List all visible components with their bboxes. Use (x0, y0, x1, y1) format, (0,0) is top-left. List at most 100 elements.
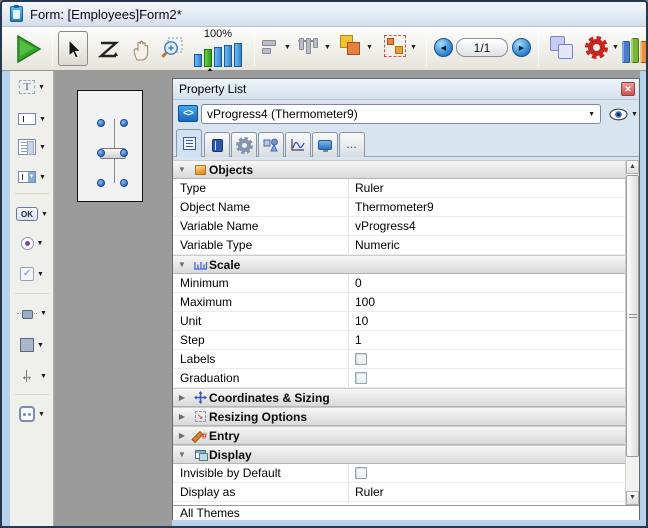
property-row-step: Step 1 (173, 331, 625, 350)
check-box-icon: ✓ (20, 267, 34, 281)
entry-order-tool-button[interactable] (94, 35, 124, 65)
property-list-panel: Property List ✕ vProgress4 (Thermometer9… (172, 78, 640, 520)
collapse-triangle-icon[interactable] (173, 260, 191, 269)
tab-objects[interactable] (258, 132, 284, 157)
next-page-button[interactable]: ▶ (512, 38, 531, 57)
page-display-button[interactable] (548, 34, 576, 62)
group-menu-caret[interactable] (410, 44, 417, 51)
view-options[interactable] (609, 108, 638, 121)
zoom-bar-50[interactable] (194, 54, 202, 67)
combo-box-caret[interactable] (39, 174, 46, 181)
collapse-triangle-icon[interactable] (173, 450, 191, 459)
tool-splitter[interactable] (10, 363, 54, 389)
layering-menu-caret[interactable] (366, 44, 373, 51)
selection-handle[interactable] (120, 149, 128, 157)
distribute-menu-caret[interactable] (324, 44, 331, 51)
selection-handle[interactable] (97, 179, 105, 187)
radio-tool-caret[interactable] (37, 240, 44, 247)
property-value[interactable]: 100 (349, 293, 625, 311)
zoom-bar-200[interactable] (214, 47, 222, 67)
view-options-caret[interactable] (631, 111, 638, 118)
section-header-display[interactable]: Display (173, 445, 625, 464)
previous-page-button[interactable]: ◀ (434, 38, 453, 57)
section-header-coordinates[interactable]: Coordinates & Sizing (173, 388, 625, 407)
collapse-triangle-icon[interactable] (173, 393, 191, 402)
property-value[interactable]: vProgress4 (349, 217, 625, 235)
selection-handle[interactable] (120, 179, 128, 187)
scrollbar-thumb[interactable] (626, 175, 639, 457)
slider-tool-caret[interactable] (40, 310, 47, 317)
labels-checkbox[interactable] (355, 353, 367, 365)
tool-plugin-area[interactable] (10, 401, 54, 427)
select-tool-button[interactable] (58, 31, 88, 66)
form-page[interactable] (77, 90, 143, 202)
tab-book[interactable] (204, 132, 230, 157)
execute-form-button[interactable] (16, 34, 42, 64)
property-value[interactable]: 10 (349, 312, 625, 330)
tab-settings[interactable] (231, 132, 257, 157)
property-value[interactable]: Numeric (349, 236, 625, 254)
tool-button[interactable]: OK (10, 201, 54, 227)
section-header-resizing[interactable]: Resizing Options (173, 407, 625, 426)
property-value[interactable]: 1 (349, 331, 625, 349)
section-header-scale[interactable]: Scale (173, 255, 625, 274)
check-tool-caret[interactable] (37, 271, 44, 278)
section-header-entry[interactable]: Entry (173, 426, 625, 445)
selection-handle[interactable] (97, 119, 105, 127)
form-properties-gear-button[interactable] (588, 39, 605, 56)
library-button[interactable] (622, 35, 648, 63)
tab-property-list[interactable] (176, 129, 202, 157)
tab-more[interactable]: ... (339, 132, 365, 157)
tool-radio-button[interactable] (10, 230, 54, 256)
object-selector-dropdown[interactable]: vProgress4 (Thermometer9) (201, 104, 601, 124)
selection-handle[interactable] (97, 149, 105, 157)
zoom-bar-800[interactable] (234, 43, 242, 67)
scroll-down-arrow[interactable]: ▼ (626, 491, 639, 505)
tool-static-text[interactable]: T (10, 74, 54, 100)
list-box-caret[interactable] (39, 144, 46, 151)
distribute-button[interactable] (298, 37, 320, 57)
tool-input-field[interactable] (10, 106, 54, 132)
group-button[interactable] (384, 35, 406, 57)
property-label: Minimum (173, 274, 349, 292)
zoom-tool-button[interactable] (156, 33, 188, 65)
zoom-bar-400[interactable] (224, 45, 232, 67)
section-header-objects[interactable]: Objects (173, 160, 625, 179)
input-tool-caret[interactable] (39, 116, 46, 123)
layering-button[interactable] (340, 35, 362, 57)
scroll-up-arrow[interactable]: ▲ (626, 160, 639, 174)
property-row-labels: Labels (173, 350, 625, 369)
tab-events[interactable] (285, 132, 311, 157)
tool-list-box[interactable] (10, 134, 54, 160)
collapse-triangle-icon[interactable] (173, 165, 191, 174)
page-indicator: 1/1 (456, 38, 508, 57)
property-label: Maximum (173, 293, 349, 311)
move-hand-tool-button[interactable] (126, 35, 156, 65)
window-titlebar[interactable]: Form: [Employees]Form2* (2, 2, 646, 27)
property-value[interactable]: Ruler (349, 179, 625, 197)
tool-check-box[interactable]: ✓ (10, 261, 54, 287)
curve-tab-icon (290, 138, 306, 152)
plugin-tool-caret[interactable] (38, 411, 45, 418)
gear-menu-caret[interactable] (612, 44, 619, 51)
tool-rectangle[interactable] (10, 332, 54, 358)
close-icon[interactable]: ✕ (621, 82, 635, 96)
tab-display[interactable] (312, 132, 338, 157)
collapse-triangle-icon[interactable] (173, 431, 191, 440)
align-menu-caret[interactable] (284, 44, 291, 51)
tool-slider[interactable] (10, 300, 54, 326)
rectangle-tool-caret[interactable] (37, 342, 44, 349)
collapse-triangle-icon[interactable] (173, 412, 191, 421)
align-button[interactable] (262, 39, 280, 56)
selection-handle[interactable] (120, 119, 128, 127)
graduation-checkbox[interactable] (355, 372, 367, 384)
splitter-tool-caret[interactable] (40, 373, 47, 380)
property-value[interactable]: Thermometer9 (349, 198, 625, 216)
property-value[interactable]: 0 (349, 274, 625, 292)
button-tool-caret[interactable] (41, 211, 48, 218)
text-tool-caret[interactable] (38, 84, 45, 91)
property-value[interactable]: Ruler (349, 483, 625, 501)
invisible-checkbox[interactable] (355, 467, 367, 479)
tool-combo-box[interactable] (10, 164, 54, 190)
zoom-bar-100[interactable] (204, 49, 212, 67)
